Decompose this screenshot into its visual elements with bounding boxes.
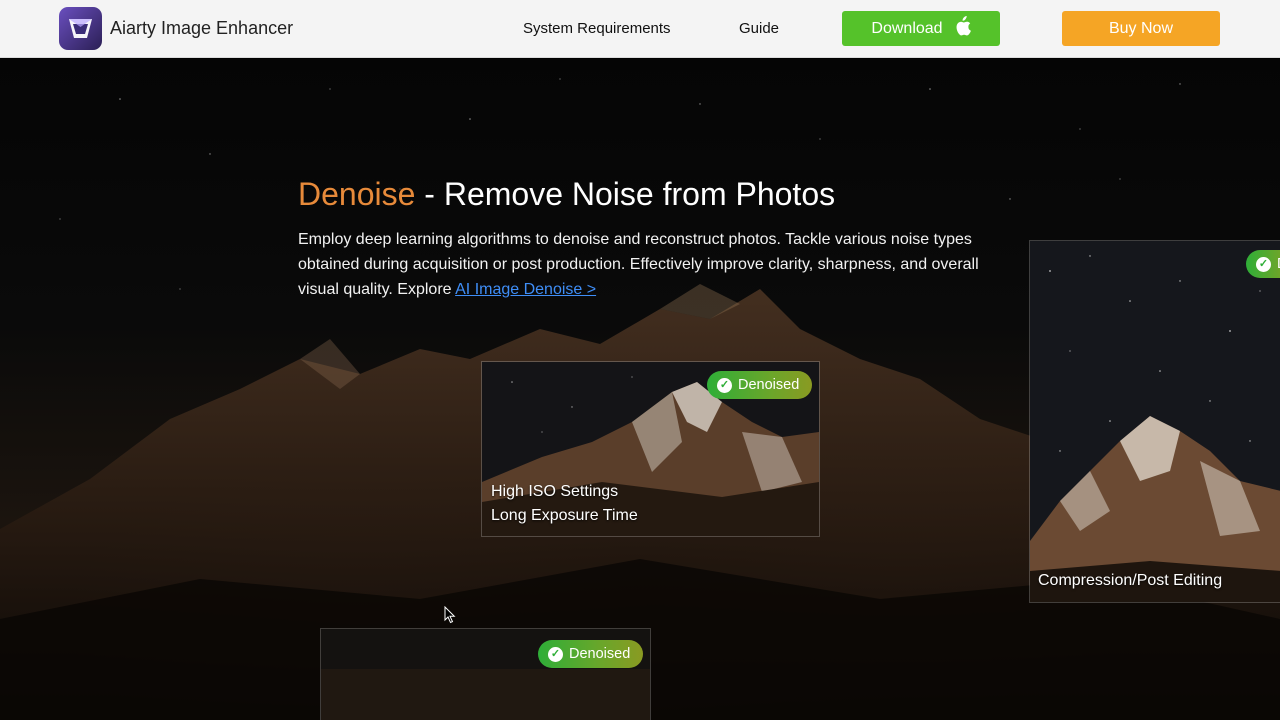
section-title-rest: - Remove Noise from Photos (415, 176, 836, 212)
check-circle-icon: ✓ (1256, 256, 1271, 272)
sample-card-high-iso[interactable]: ✓ Denoised High ISO Settings Long Exposu… (481, 361, 820, 537)
denoised-badge: ✓ Denoised (538, 640, 644, 668)
card-caption: Compression/Post Editing (1038, 569, 1222, 593)
caption-line-1: High ISO Settings (491, 483, 619, 500)
download-button[interactable]: Download (842, 11, 1000, 46)
brand-name[interactable]: Aiarty Image Enhancer (110, 18, 293, 39)
sample-card-third[interactable]: ✓ Denoised (320, 628, 651, 720)
sample-card-compression[interactable]: ✓ D Compression/Post Editing (1029, 240, 1280, 603)
caption-line-1: Compression/Post Editing (1038, 572, 1223, 589)
check-circle-icon: ✓ (548, 646, 563, 662)
denoised-badge: ✓ D (1246, 250, 1280, 278)
badge-label: Denoised (738, 377, 800, 393)
section-title-accent: Denoise (298, 176, 416, 212)
apple-icon (953, 16, 971, 41)
download-label: Download (871, 19, 943, 37)
sample-image (1030, 241, 1280, 602)
ai-image-denoise-link[interactable]: AI Image Denoise > (455, 281, 596, 298)
check-circle-icon: ✓ (717, 377, 732, 393)
mouse-cursor-icon (444, 606, 456, 624)
description-text: Employ deep learning algorithms to denoi… (298, 231, 979, 298)
badge-label: Denoised (569, 646, 631, 662)
denoised-badge: ✓ Denoised (707, 371, 813, 399)
denoise-hero-section: Denoise - Remove Noise from Photos Emplo… (0, 59, 1280, 720)
section-description: Employ deep learning algorithms to denoi… (298, 227, 998, 302)
top-navbar: Aiarty Image Enhancer System Requirement… (0, 0, 1280, 58)
nav-guide[interactable]: Guide (739, 20, 779, 37)
buy-now-button[interactable]: Buy Now (1062, 11, 1220, 46)
app-logo-icon[interactable] (59, 7, 102, 50)
nav-system-requirements[interactable]: System Requirements (523, 20, 671, 37)
section-title: Denoise - Remove Noise from Photos (298, 176, 835, 213)
caption-line-2: Long Exposure Time (491, 507, 638, 524)
card-caption: High ISO Settings Long Exposure Time (491, 480, 638, 528)
